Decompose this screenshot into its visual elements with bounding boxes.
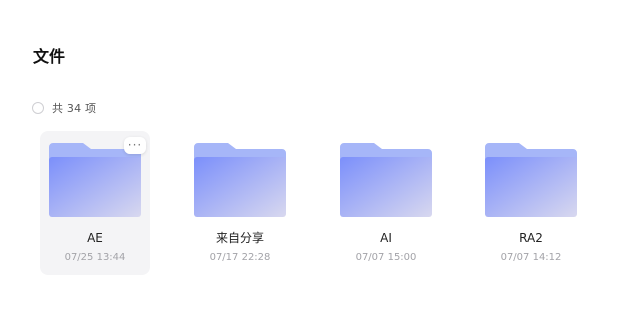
file-browser: 文件 共 34 项 ··· AE 07/25 13:44 来自分享 07/17 … [0,0,620,309]
folder-name: AI [380,231,392,245]
folder-name: AE [87,231,103,245]
page-title: 文件 [33,47,66,66]
folder-date: 07/17 22:28 [209,252,271,263]
folder-name: RA2 [519,231,543,245]
folder-icon [194,143,286,217]
item-count: 共 34 项 [52,102,97,115]
file-grid: ··· AE 07/25 13:44 来自分享 07/17 22:28 AI 0… [40,131,600,276]
select-all-checkbox[interactable]: 共 34 项 [32,100,96,116]
folder-date: 07/25 13:44 [64,252,126,263]
folder-date: 07/07 15:00 [355,252,417,263]
folder-card-shared[interactable]: 来自分享 07/17 22:28 [185,131,295,275]
folder-icon [485,143,577,217]
folder-name: 来自分享 [215,231,264,245]
folder-card-ae[interactable]: ··· AE 07/25 13:44 [40,131,150,275]
select-all-radio[interactable] [32,102,44,114]
folder-card-ai[interactable]: AI 07/07 15:00 [331,131,441,275]
folder-icon [340,143,432,217]
folder-card-ra2[interactable]: RA2 07/07 14:12 [476,131,586,275]
folder-icon [49,143,141,217]
more-icon: ··· [127,138,143,152]
folder-date: 07/07 14:12 [500,252,562,263]
more-options-button[interactable]: ··· [124,137,146,154]
